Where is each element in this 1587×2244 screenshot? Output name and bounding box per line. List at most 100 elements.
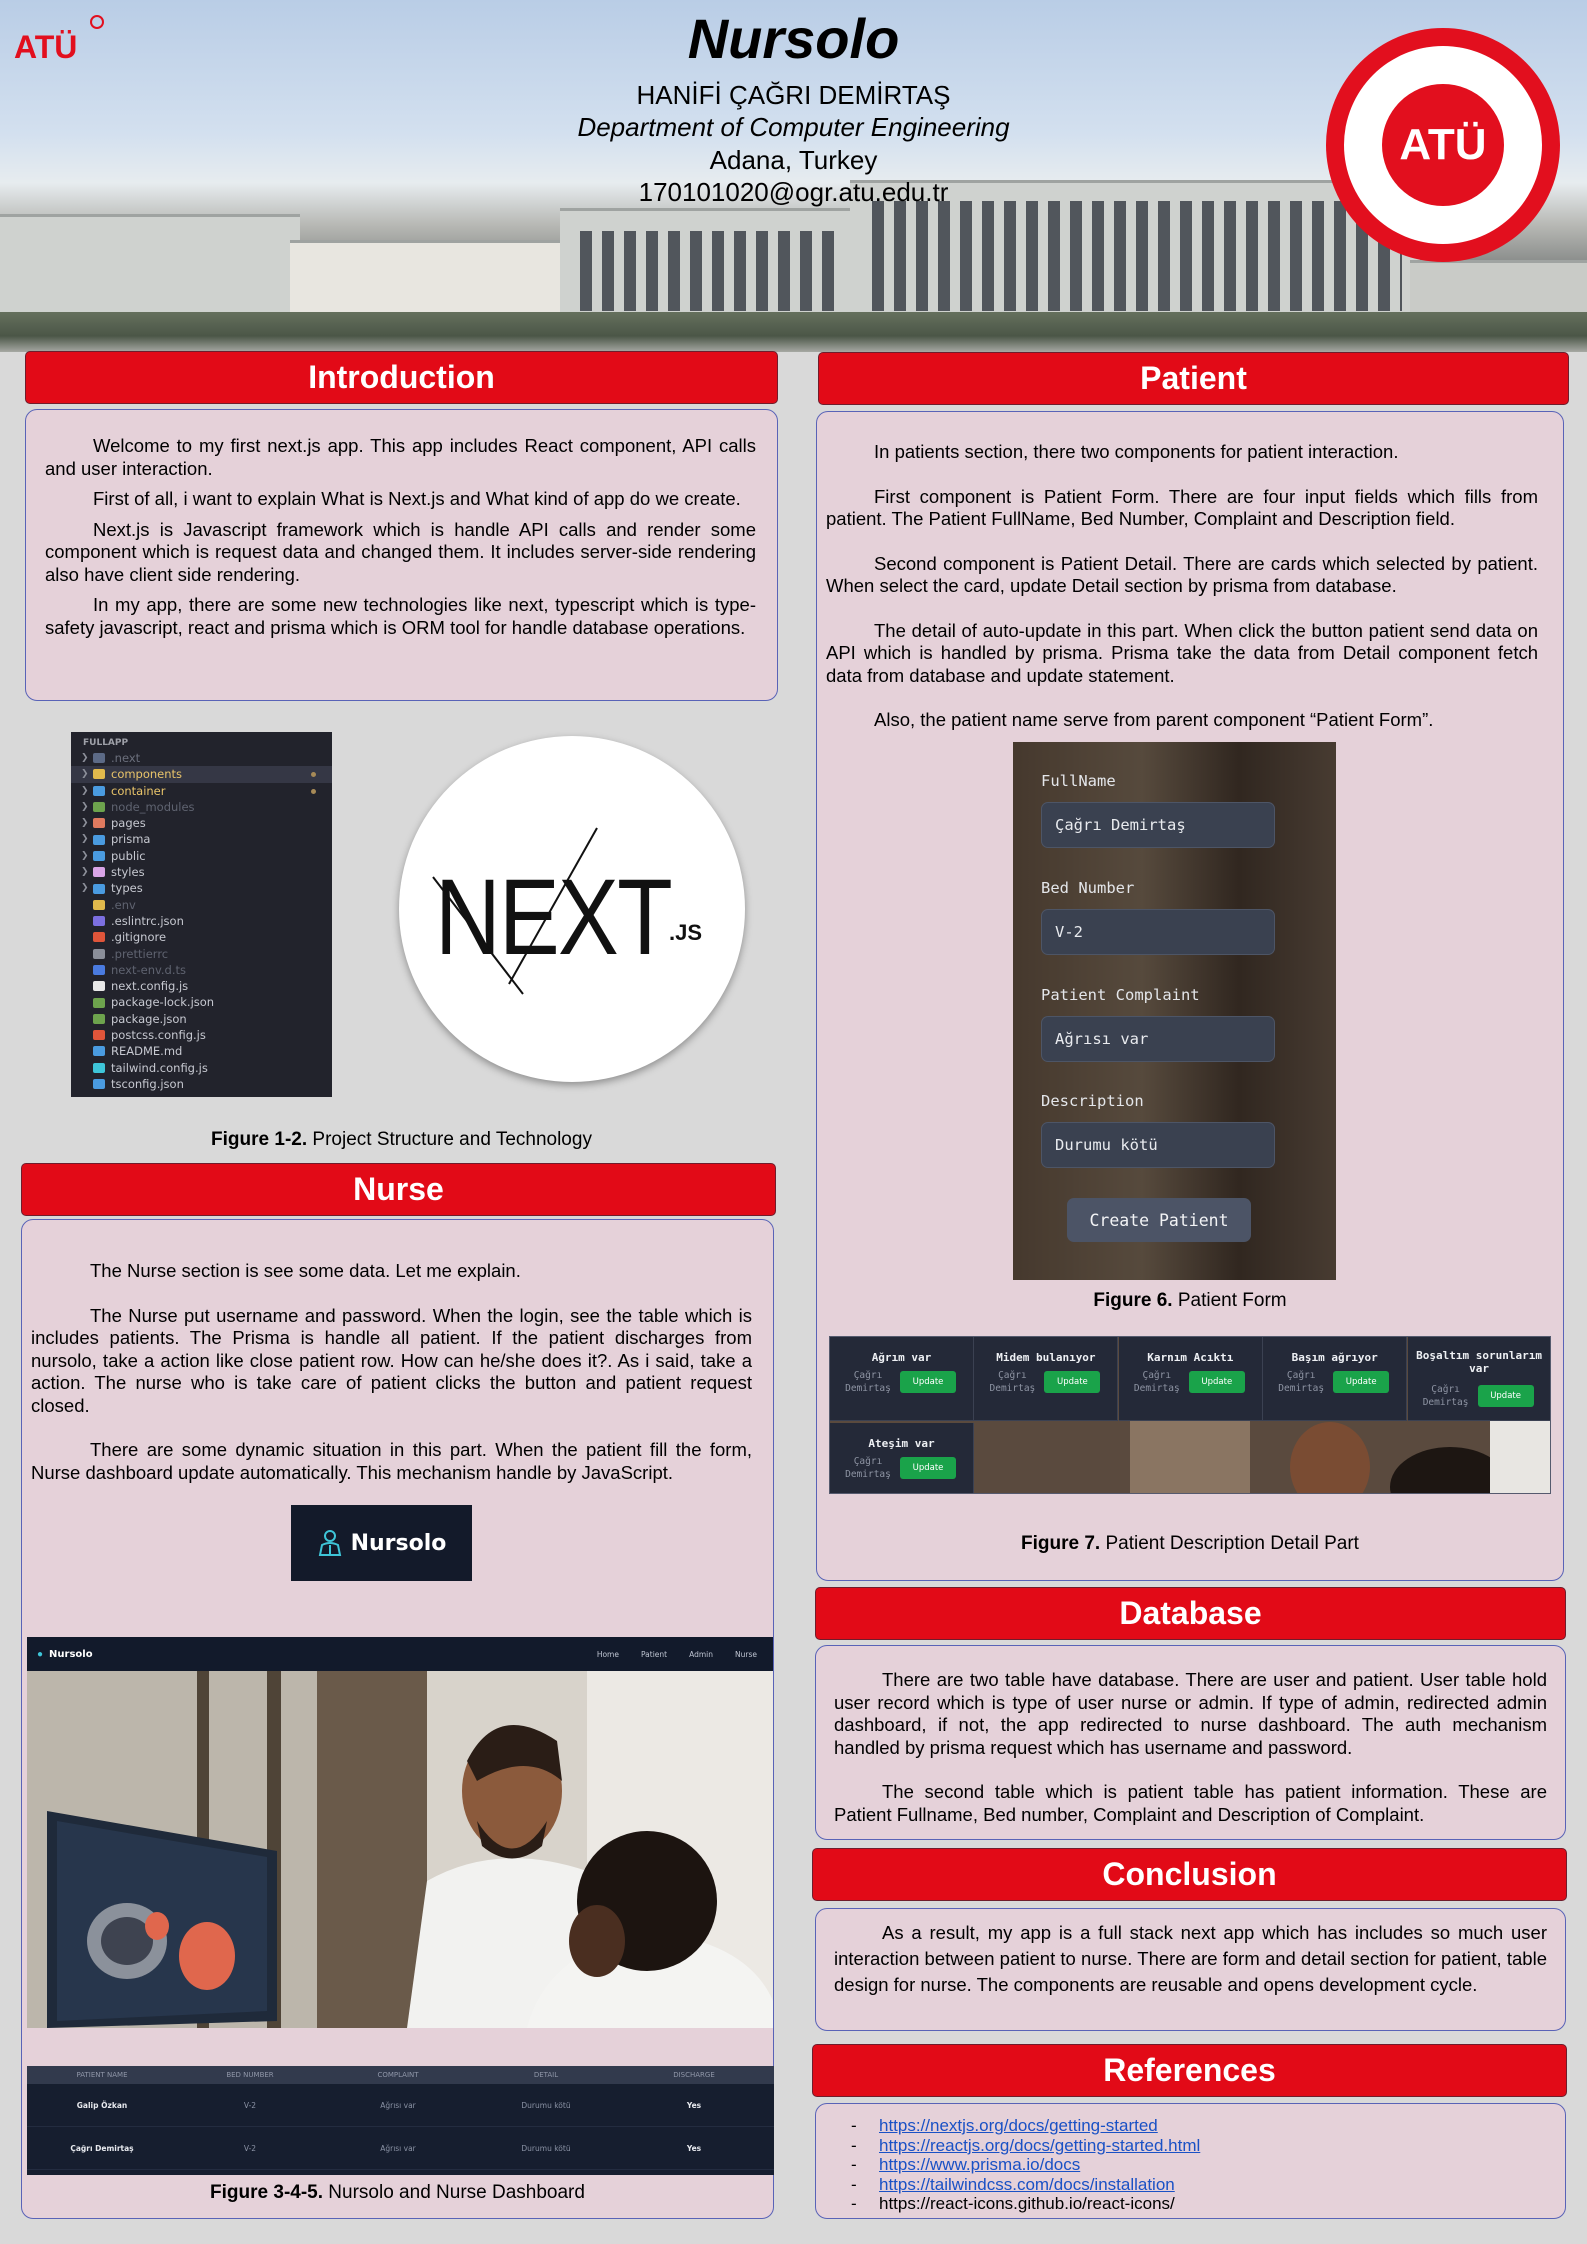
figure-1-2-text: Project Structure and Technology — [307, 1129, 592, 1150]
reference-text: https://react-icons.github.io/react-icon… — [879, 2194, 1175, 2213]
modified-dot-icon — [311, 788, 316, 794]
bed-number-cell: V-2 — [243, 2143, 257, 2153]
patient-card-title: Boşaltım sorunlarım var — [1416, 1349, 1543, 1375]
file-tree-item[interactable]: tsconfig.json — [71, 1076, 332, 1092]
file-tree-item-label: .prettierrc — [111, 946, 169, 961]
patient-card[interactable]: Midem bulanıyor Çağrı Demirtaş Update — [974, 1337, 1119, 1421]
discharge-button[interactable]: Yes — [619, 2101, 769, 2110]
file-tree-item-label: .gitignore — [111, 930, 167, 945]
patient-card[interactable]: Boşaltım sorunlarım var Çağrı Demirtaş Upd… — [1407, 1337, 1550, 1421]
complaint-input[interactable]: Ağrısı var — [1041, 1016, 1275, 1062]
file-tree-item[interactable]: ❯ pages — [71, 815, 332, 831]
file-tree-item[interactable]: .env — [71, 897, 332, 913]
reference-link[interactable]: https://tailwindcss.com/docs/installatio… — [879, 2175, 1175, 2195]
nurse-paragraph: The Nurse section is see some data. Let … — [90, 1260, 521, 1281]
nav-link-patient[interactable]: Patient — [641, 1650, 667, 1659]
update-button[interactable]: Update — [900, 1371, 956, 1393]
introduction-paragraph: Next.js is Javascript framework which is… — [45, 518, 756, 585]
file-tree-item-label: tsconfig.json — [111, 1076, 184, 1091]
campus-building-center — [560, 208, 860, 328]
file-icon — [93, 899, 105, 910]
file-tree-item[interactable]: next.config.js — [71, 978, 332, 994]
table-row: Çağrı Demirtaş V-2 Ağrısı var Durumu köt… — [27, 2127, 774, 2170]
nav-link-admin[interactable]: Admin — [689, 1650, 713, 1659]
column-header: DETAIL — [533, 2071, 559, 2079]
file-tree-item[interactable]: ❯ container — [71, 783, 332, 799]
patient-card-title: Ağrım var — [871, 1351, 932, 1364]
detail-cell: Durumu kötü — [521, 2143, 571, 2153]
patient-name-cell: Çağrı Demirtaş — [70, 2143, 134, 2153]
file-tree-item[interactable]: ❯ public — [71, 848, 332, 864]
patient-paragraph: Second component is Patient Detail. Ther… — [826, 552, 1538, 597]
conclusion-paragraph: As a result, my app is a full stack next… — [834, 1922, 1547, 1995]
file-icon — [93, 1030, 105, 1041]
file-tree-item[interactable]: postcss.config.js — [71, 1027, 332, 1043]
chevron-right-icon: ❯ — [81, 850, 89, 861]
patient-paragraph: In patients section, there two component… — [874, 441, 1399, 462]
nextjs-logo-suffix: .JS — [669, 920, 702, 945]
file-tree-item-label: package.json — [111, 1011, 187, 1026]
file-icon — [93, 916, 105, 927]
description-input[interactable]: Durumu kötü — [1041, 1122, 1275, 1168]
file-tree-item[interactable]: ❯ .next — [71, 750, 332, 766]
file-tree-item[interactable]: package-lock.json — [71, 994, 332, 1010]
table-row: Galip Özkan V-2 Ağrısı var Durumu kötü Y… — [27, 2084, 774, 2127]
reference-link[interactable]: https://reactjs.org/docs/getting-started… — [879, 2136, 1200, 2156]
campus-trees — [0, 312, 1587, 352]
patient-name-cell: Galip Özkan — [76, 2100, 128, 2110]
patient-card-name: Çağrı Demirtaş — [1133, 1370, 1180, 1394]
file-tree-item[interactable]: ❯ prisma — [71, 831, 332, 847]
folder-icon — [93, 769, 105, 780]
file-tree-item-label: .env — [111, 897, 136, 912]
file-tree-item[interactable]: ❯ components — [71, 766, 332, 783]
file-icon — [93, 932, 105, 943]
file-tree-item[interactable]: .gitignore — [71, 929, 332, 945]
references-list: - https://nextjs.org/docs/getting-started… — [850, 2116, 1565, 2214]
nav-link-home[interactable]: Home — [597, 1650, 619, 1659]
column-header: BED NUMBER — [226, 2071, 274, 2079]
file-tree-item-label: next.config.js — [111, 979, 189, 994]
patient-card[interactable]: Ağrım var Çağrı Demirtaş Update — [830, 1337, 974, 1421]
doctors-photo — [27, 1671, 773, 2028]
update-button[interactable]: Update — [1044, 1371, 1101, 1393]
nav-link-nurse[interactable]: Nurse — [735, 1650, 757, 1659]
fullname-input[interactable]: Çağrı Demirtaş — [1041, 802, 1275, 848]
file-tree-item-label: public — [111, 848, 146, 863]
file-tree-item[interactable]: ❯ styles — [71, 864, 332, 880]
patient-card[interactable]: Ateşim var Çağrı Demirtaş Update — [830, 1423, 974, 1493]
description-label: Description — [1041, 1092, 1144, 1110]
file-tree-item[interactable]: tailwind.config.js — [71, 1060, 332, 1076]
file-tree-item[interactable]: next-env.d.ts — [71, 962, 332, 978]
update-button[interactable]: Update — [1477, 1385, 1534, 1407]
file-tree-item[interactable]: package.json — [71, 1011, 332, 1027]
discharge-button[interactable]: Yes — [619, 2144, 769, 2153]
update-button[interactable]: Update — [1333, 1371, 1390, 1393]
file-tree-item-label: package-lock.json — [111, 995, 215, 1010]
modified-dot-icon — [311, 772, 316, 778]
file-icon — [93, 981, 105, 992]
file-tree-item[interactable]: .prettierrc — [71, 946, 332, 962]
patient-card-title: Karnım Acıktı — [1147, 1351, 1234, 1364]
file-tree-item-label: components — [111, 767, 183, 782]
bullet-dash: - — [851, 2174, 857, 2194]
update-button[interactable]: Update — [1188, 1371, 1245, 1393]
create-patient-button[interactable]: Create Patient — [1067, 1198, 1251, 1242]
patient-card-name: Çağrı Demirtaş — [1278, 1370, 1325, 1394]
file-tree-item[interactable]: .eslintrc.json — [71, 913, 332, 929]
patient-card-name: Çağrı Demirtaş — [845, 1456, 891, 1480]
update-button[interactable]: Update — [900, 1457, 956, 1479]
file-tree-item[interactable]: README.md — [71, 1043, 332, 1059]
reference-link[interactable]: https://nextjs.org/docs/getting-started — [879, 2116, 1158, 2136]
nextjs-logo-text: NEXT — [435, 856, 671, 977]
patient-card[interactable]: Başım ağrıyor Çağrı Demirtaş Update — [1263, 1337, 1408, 1421]
folder-icon — [93, 753, 105, 764]
file-tree-item[interactable]: ❯ node_modules — [71, 799, 332, 815]
chevron-right-icon: ❯ — [81, 785, 89, 796]
folder-icon — [93, 802, 105, 813]
file-tree-item[interactable]: ❯ types — [71, 880, 332, 896]
bed-number-input[interactable]: V-2 — [1041, 909, 1275, 955]
reference-link[interactable]: https://www.prisma.io/docs — [879, 2155, 1080, 2175]
figure-7-label: Figure 7. — [1021, 1533, 1101, 1554]
patient-card[interactable]: Karnım Acıktı Çağrı Demirtaş Update — [1118, 1337, 1263, 1421]
file-icon — [93, 948, 105, 959]
